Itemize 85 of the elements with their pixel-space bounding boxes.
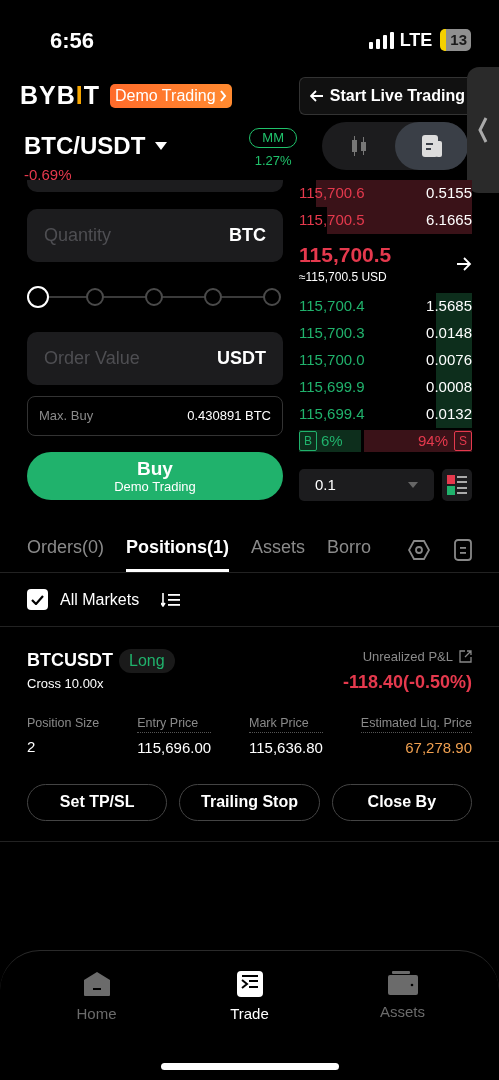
max-buy-label: Max. Buy	[39, 407, 94, 426]
share-icon[interactable]	[459, 650, 472, 664]
candlestick-icon	[349, 135, 368, 157]
all-markets-checkbox[interactable]	[27, 589, 48, 610]
clock: 6:56	[50, 26, 95, 55]
bid-size: 1.5685	[426, 296, 472, 317]
network-label: LTE	[399, 28, 433, 52]
nav-tab[interactable]: Assets	[352, 971, 453, 1026]
side-badge: Long	[119, 648, 175, 673]
arrow-right-icon[interactable]	[456, 257, 472, 271]
orderbook-layout-icon	[447, 475, 467, 495]
slider-thumb[interactable]	[27, 286, 49, 308]
position-tab[interactable]: Borro	[327, 534, 372, 572]
nav-tab[interactable]: Trade	[199, 971, 300, 1026]
position-tab[interactable]: Positions(1)	[126, 534, 230, 572]
sort-icon[interactable]	[161, 592, 182, 607]
bid-row[interactable]: 115,700.0 0.0076	[299, 347, 472, 374]
ask-row[interactable]: 115,700.5 6.1665	[299, 207, 472, 234]
check-icon	[31, 594, 44, 605]
bid-price: 115,699.9	[299, 377, 365, 398]
chevron-left-icon	[478, 116, 488, 144]
ask-size: 0.5155	[426, 183, 472, 204]
bid-size: 0.0148	[426, 323, 472, 344]
unrealized-pnl-value: -118.40(-0.50%)	[342, 670, 472, 694]
orderbook-view-toggle[interactable]	[395, 122, 468, 170]
max-buy-value: 0.430891 BTC	[187, 407, 271, 426]
bid-row[interactable]: 115,699.4 0.0132	[299, 401, 472, 428]
battery-level: 13	[440, 29, 471, 51]
chevron-right-icon	[218, 90, 227, 102]
position-field-value: 115,636.80	[249, 738, 323, 759]
bid-size: 0.0076	[426, 350, 472, 371]
caret-down-icon[interactable]	[155, 142, 168, 150]
signal-icon	[368, 31, 395, 49]
all-markets-label: All Markets	[60, 589, 140, 610]
trade-icon	[236, 971, 263, 997]
last-price: 115,700.5	[299, 242, 392, 268]
position-field-label: Mark Price	[249, 713, 323, 734]
document-icon	[421, 135, 442, 157]
last-price-usd: ≈115,700.5 USD	[299, 269, 388, 286]
arrow-left-icon	[309, 90, 324, 102]
home-icon	[82, 971, 111, 997]
layout-toggle-button[interactable]	[442, 469, 472, 501]
position-field-label: Entry Price	[137, 713, 212, 734]
ask-price: 115,700.5	[299, 210, 365, 231]
ask-size: 6.1665	[426, 210, 472, 231]
bid-row[interactable]: 115,699.9 0.0008	[299, 374, 472, 401]
order-value-unit: USDT	[217, 347, 266, 370]
bid-price: 115,700.4	[299, 296, 365, 317]
bid-size: 0.0132	[426, 404, 472, 425]
settings-icon[interactable]	[408, 539, 430, 561]
quantity-slider[interactable]	[27, 286, 283, 308]
mm-rate: 1.27%	[254, 152, 292, 170]
quantity-unit: BTC	[229, 224, 266, 247]
logo: BYBIT	[20, 80, 101, 112]
position-tab[interactable]: Orders(0)	[27, 534, 104, 572]
pair-symbol[interactable]: BTC/USDT	[24, 128, 146, 164]
bid-row[interactable]: 115,700.4 1.5685	[299, 293, 472, 320]
ask-price: 115,700.6	[299, 183, 365, 204]
sell-ratio: 94%	[417, 430, 448, 451]
position-field-value: 115,696.00	[137, 738, 212, 759]
price-change: -0.69%	[24, 165, 73, 185]
position-field-label: Position Size	[27, 714, 100, 732]
position-field-value: 2	[27, 737, 37, 758]
bid-size: 0.0008	[426, 377, 472, 398]
caret-down-icon	[408, 482, 418, 488]
start-live-trading-button[interactable]: Start Live Trading	[298, 77, 467, 115]
document-icon[interactable]	[454, 539, 472, 561]
wallet-icon	[387, 971, 418, 995]
bid-price: 115,699.4	[299, 404, 365, 425]
position-field-value: 67,278.90	[405, 738, 472, 759]
buy-ratio-badge: B	[299, 431, 317, 451]
bid-row[interactable]: 115,700.3 0.0148	[299, 320, 472, 347]
price-input-field[interactable]	[27, 180, 283, 192]
bid-price: 115,700.3	[299, 323, 365, 344]
precision-dropdown[interactable]: 0.1	[299, 469, 434, 501]
bid-price: 115,700.0	[299, 350, 365, 371]
margin-mode: Cross 10.00x	[27, 675, 105, 693]
unrealized-pnl-label: Unrealized P&L	[362, 648, 453, 666]
buy-ratio: 6%	[321, 430, 343, 451]
ask-row[interactable]: 115,700.6 0.5155	[299, 180, 472, 207]
position-field-label: Estimated Liq. Price	[360, 713, 472, 734]
nav-tab[interactable]: Home	[46, 971, 147, 1026]
position-symbol: BTCUSDT	[27, 649, 113, 672]
sell-ratio-badge: S	[454, 431, 472, 451]
position-tab[interactable]: Assets	[251, 534, 306, 572]
